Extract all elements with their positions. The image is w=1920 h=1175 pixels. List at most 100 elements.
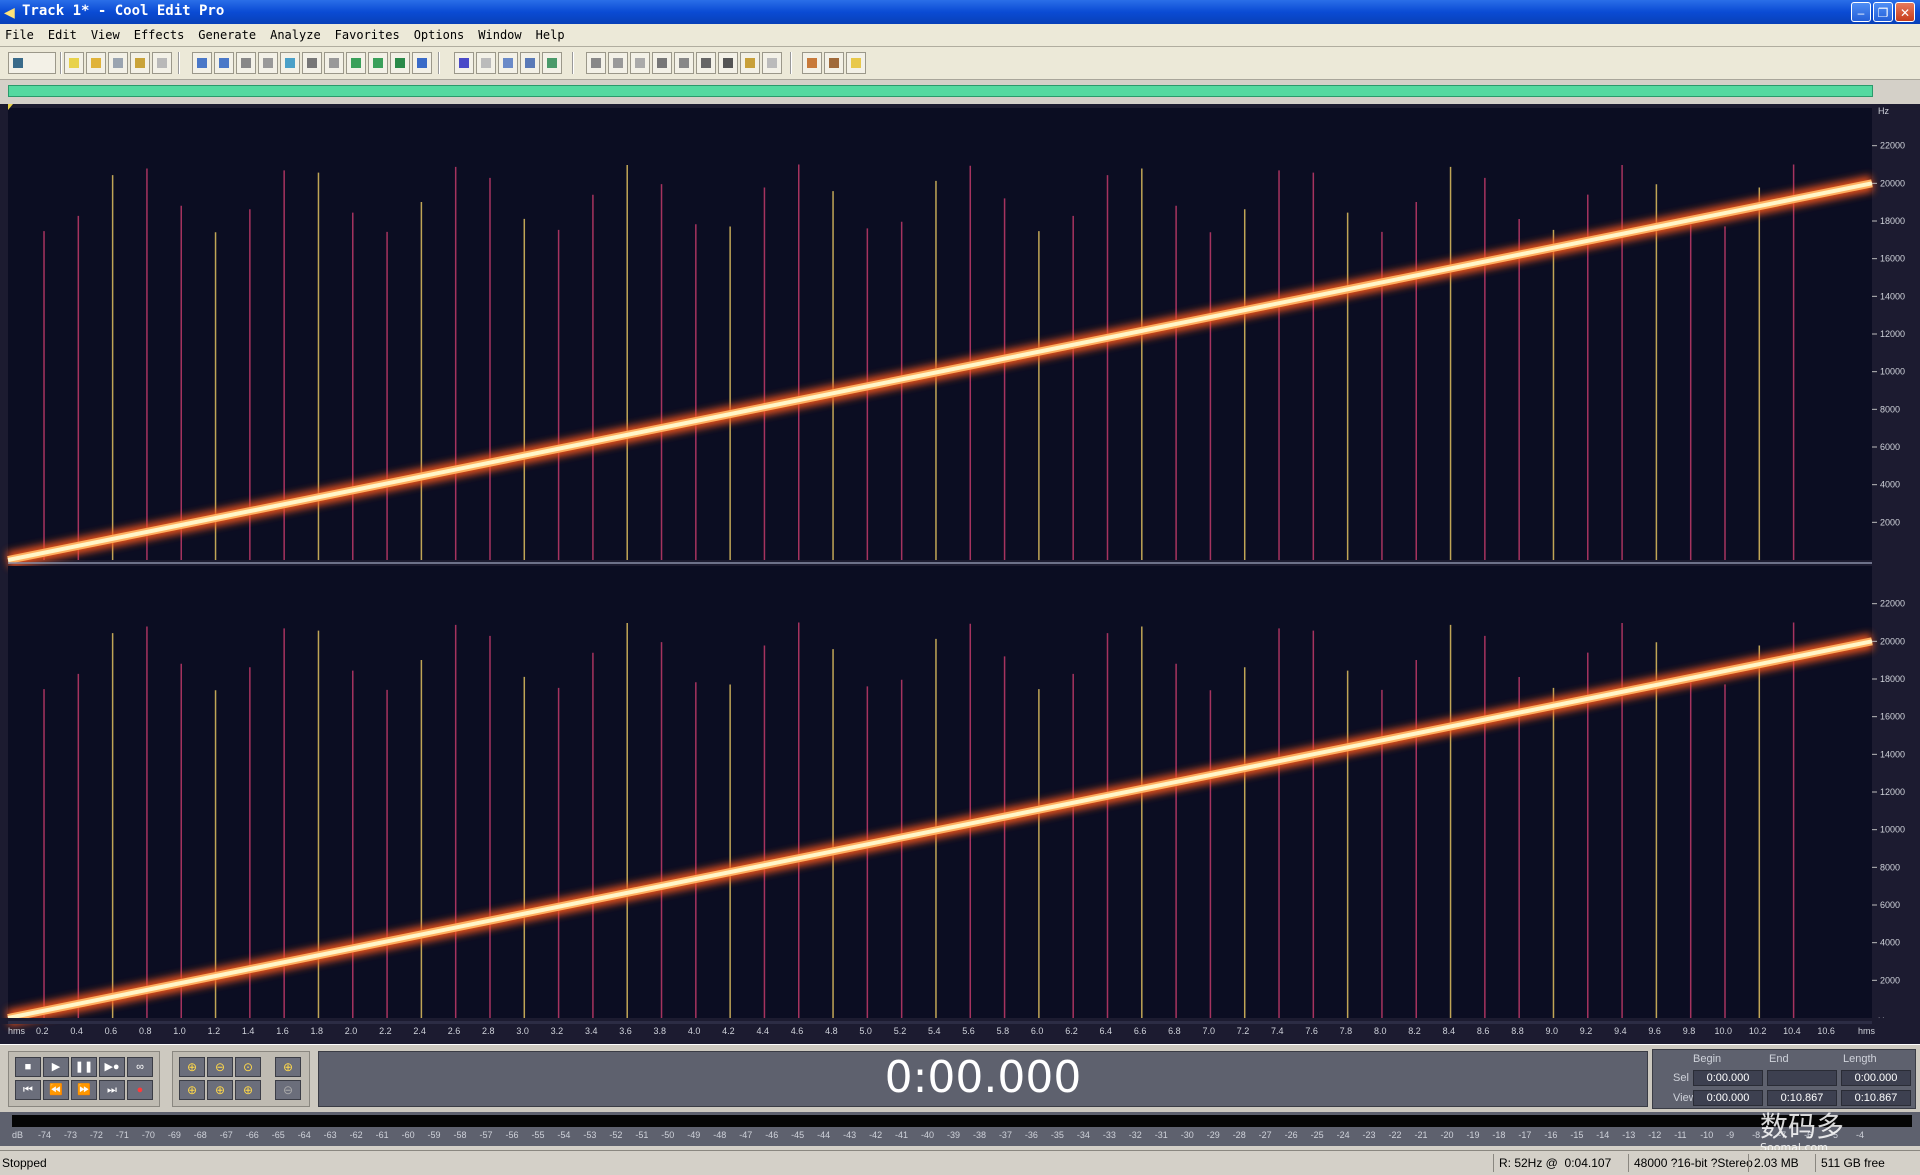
menu-effects[interactable]: Effects: [127, 24, 192, 46]
sel-length-field[interactable]: 0:00.000: [1841, 1070, 1911, 1086]
end-column-header: End: [1769, 1053, 1789, 1065]
watermark-text: 数码多: [1760, 1110, 1845, 1143]
zoom-vertical-out-icon[interactable]: ⊖: [275, 1080, 301, 1100]
view-length-field[interactable]: 0:10.867: [1841, 1090, 1911, 1106]
spectral-display[interactable]: 22000 20000 18000 16000 14000 12000 10000 8000 6…: [0, 104, 1920, 1044]
spectral-phase-icon[interactable]: [520, 52, 540, 74]
play-list-icon[interactable]: [652, 52, 672, 74]
meter-scale-label: -60: [401, 1130, 415, 1140]
restore-button[interactable]: ❐: [1873, 2, 1893, 22]
meter-scale-label: -41: [895, 1130, 909, 1140]
toolbar-separator: [572, 52, 574, 74]
frequency-analysis-icon[interactable]: [696, 52, 716, 74]
save-icon[interactable]: [108, 52, 128, 74]
properties-icon[interactable]: [586, 52, 606, 74]
channel-background: [8, 566, 1872, 1018]
sel-begin-field[interactable]: 0:00.000: [1693, 1070, 1763, 1086]
zoom-right-icon[interactable]: ⊕: [207, 1080, 233, 1100]
meter-scale-label: -26: [1284, 1130, 1298, 1140]
meter-scale-label: -10: [1700, 1130, 1714, 1140]
menu-analyze[interactable]: Analyze: [263, 24, 328, 46]
help-icon[interactable]: [846, 52, 866, 74]
zoom-left-icon[interactable]: ⊕: [179, 1080, 205, 1100]
close-button[interactable]: ✕: [1895, 2, 1915, 22]
fast-forward-button[interactable]: ⏩: [71, 1080, 97, 1100]
time-tick-label: 3.6: [619, 1026, 632, 1036]
freq-tick-label: 20000: [1880, 178, 1905, 188]
zoom-out-icon[interactable]: ⊖: [207, 1057, 233, 1077]
copy-icon[interactable]: [258, 52, 278, 74]
open-file-icon[interactable]: [86, 52, 106, 74]
paste-new-icon[interactable]: [346, 52, 366, 74]
cue-list-icon[interactable]: [608, 52, 628, 74]
status-bar: Stopped R: 52Hz @ 0:04.107 48000 ?16-bit…: [0, 1150, 1920, 1175]
menu-generate[interactable]: Generate: [191, 24, 263, 46]
play-button[interactable]: ▶: [43, 1057, 69, 1077]
minimize-button[interactable]: –: [1851, 2, 1871, 22]
pause-button[interactable]: ❚❚: [71, 1057, 97, 1077]
cut-icon[interactable]: [302, 52, 322, 74]
sel-end-field[interactable]: [1767, 1070, 1837, 1086]
menu-favorites[interactable]: Favorites: [328, 24, 407, 46]
freq-tick-label: 10000: [1880, 367, 1905, 377]
repeat-last-icon[interactable]: [236, 52, 256, 74]
paste-icon[interactable]: [324, 52, 344, 74]
statistics-icon[interactable]: [718, 52, 738, 74]
overview-range-bar[interactable]: [8, 85, 1873, 97]
record-button[interactable]: ●: [127, 1080, 153, 1100]
time-tick-label: 6.2: [1065, 1026, 1078, 1036]
save-as-icon[interactable]: [130, 52, 150, 74]
freq-tick-label: 22000: [1880, 599, 1905, 609]
view-begin-field[interactable]: 0:00.000: [1693, 1090, 1763, 1106]
meter-scale-label: -23: [1362, 1130, 1376, 1140]
stop-button[interactable]: ■: [15, 1057, 41, 1077]
time-tick-label: 9.0: [1545, 1026, 1558, 1036]
edit-tool-icon[interactable]: [824, 52, 844, 74]
time-tick-label: 8.6: [1477, 1026, 1490, 1036]
transport-panel: ■ ▶ ❚❚ ▶● ∞ ⏮ ⏪ ⏩ ⏭ ● ⊕ ⊖ ⊙ ⊕ ⊕ ⊕ ⊕ ⊖ 0:…: [0, 1044, 1920, 1113]
undo-icon[interactable]: [192, 52, 212, 74]
waveform-view-icon[interactable]: [454, 52, 474, 74]
close-file-icon[interactable]: [152, 52, 172, 74]
multitrack-toggle-button[interactable]: [8, 52, 56, 74]
menu-edit[interactable]: Edit: [41, 24, 84, 46]
settings-gear-icon[interactable]: [802, 52, 822, 74]
grid-view-icon[interactable]: [542, 52, 562, 74]
view-end-field[interactable]: 0:10.867: [1767, 1090, 1837, 1106]
meter-scale-label: -54: [557, 1130, 571, 1140]
new-file-icon[interactable]: [64, 52, 84, 74]
playlist-icon[interactable]: [630, 52, 650, 74]
loop-button[interactable]: ∞: [127, 1057, 153, 1077]
time-tick-label: 2.4: [413, 1026, 426, 1036]
menu-window[interactable]: Window: [471, 24, 528, 46]
menu-help[interactable]: Help: [529, 24, 572, 46]
meter-scale-label: -29: [1206, 1130, 1220, 1140]
channel-background: [8, 108, 1872, 560]
mix-paste-icon[interactable]: [368, 52, 388, 74]
spectral-pan-icon[interactable]: [498, 52, 518, 74]
zoom-in-icon[interactable]: ⊕: [179, 1057, 205, 1077]
play-to-end-button[interactable]: ▶●: [99, 1057, 125, 1077]
rewind-button[interactable]: ⏪: [43, 1080, 69, 1100]
go-to-end-button[interactable]: ⏭: [99, 1080, 125, 1100]
copy-new-icon[interactable]: [280, 52, 300, 74]
menu-view[interactable]: View: [84, 24, 127, 46]
waveform-overview[interactable]: [0, 80, 1920, 104]
info-panel-icon[interactable]: [762, 52, 782, 74]
menu-options[interactable]: Options: [407, 24, 472, 46]
delete-silence-icon[interactable]: [412, 52, 432, 74]
zoom-full-icon[interactable]: ⊙: [235, 1057, 261, 1077]
time-tick-label: 10.0: [1715, 1026, 1733, 1036]
trim-icon[interactable]: [390, 52, 410, 74]
level-meter: dB -74 -73 -72 -71 -70 -69 -68 -67 -66 -65 -64 -63 -6…: [0, 1112, 1920, 1146]
spectral-view-icon[interactable]: [476, 52, 496, 74]
zoom-vertical-in-icon[interactable]: ⊕: [275, 1057, 301, 1077]
redo-icon[interactable]: [214, 52, 234, 74]
go-to-beginning-button[interactable]: ⏮: [15, 1080, 41, 1100]
spectrogram-canvas[interactable]: 22000 20000 18000 16000 14000 12000 10000 8000 6…: [0, 104, 1920, 1044]
markers-icon[interactable]: [740, 52, 760, 74]
menu-file[interactable]: File: [0, 24, 41, 46]
find-icon[interactable]: [674, 52, 694, 74]
zoom-selection-icon[interactable]: ⊕: [235, 1080, 261, 1100]
meter-scale-label: -64: [297, 1130, 311, 1140]
